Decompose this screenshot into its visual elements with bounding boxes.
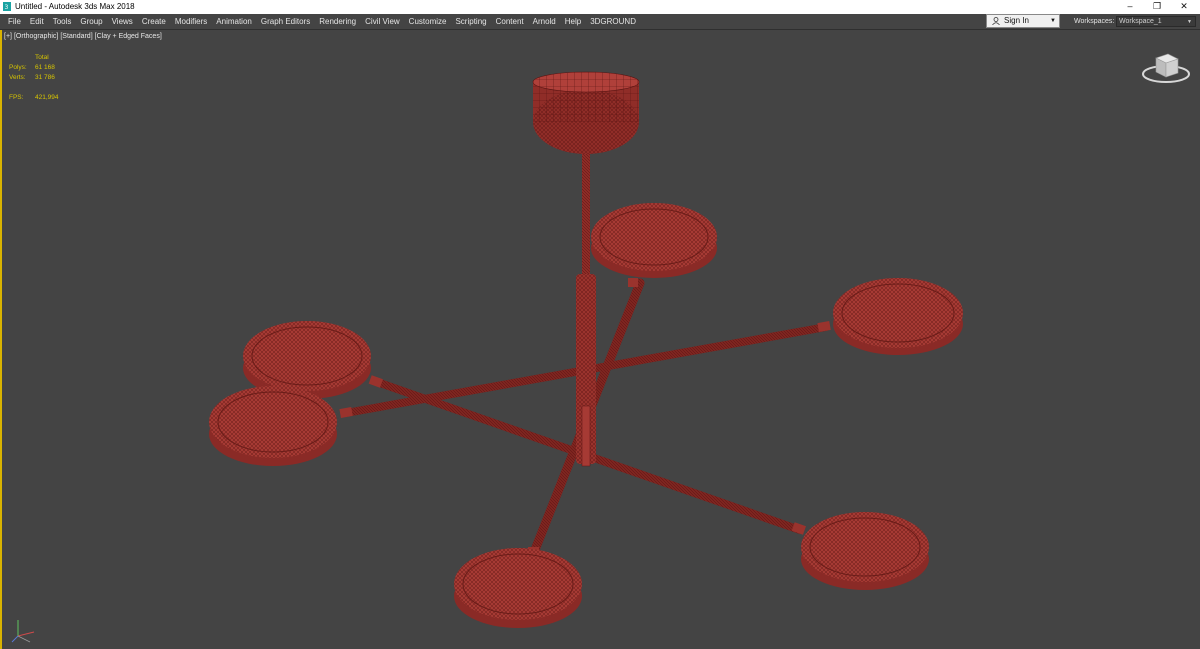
chandelier-model[interactable]: [0, 30, 1200, 649]
lamp-disc: [591, 203, 717, 278]
menu-graph-editors[interactable]: Graph Editors: [257, 14, 315, 29]
lamp-disc: [833, 278, 963, 355]
minimize-button[interactable]: –: [1116, 0, 1144, 14]
menu-modifiers[interactable]: Modifiers: [171, 14, 212, 29]
menu-arnold[interactable]: Arnold: [529, 14, 561, 29]
menu-file[interactable]: File: [4, 14, 26, 29]
lamp-disc: [801, 512, 929, 590]
chevron-down-icon: ▼: [1050, 18, 1056, 24]
menu-scripting[interactable]: Scripting: [451, 14, 491, 29]
sign-in-label: Sign In: [1004, 16, 1029, 25]
close-button[interactable]: ✕: [1170, 0, 1198, 14]
lamp-disc: [454, 548, 582, 628]
svg-text:3: 3: [5, 4, 9, 11]
menu-group[interactable]: Group: [76, 14, 107, 29]
menu-views[interactable]: Views: [108, 14, 138, 29]
restore-button[interactable]: ❐: [1143, 0, 1171, 14]
window-title: Untitled - Autodesk 3ds Max 2018: [15, 2, 135, 11]
menu-help[interactable]: Help: [561, 14, 586, 29]
viewcube-icon[interactable]: [1140, 50, 1192, 86]
menu-rendering[interactable]: Rendering: [315, 14, 361, 29]
menu-animation[interactable]: Animation: [212, 14, 257, 29]
menu-create[interactable]: Create: [138, 14, 171, 29]
sign-in-dropdown[interactable]: Sign In ▼: [986, 14, 1060, 28]
menu-customize[interactable]: Customize: [405, 14, 452, 29]
chandelier-stem: [576, 125, 596, 467]
ceiling-canopy: [532, 71, 640, 154]
menu-content[interactable]: Content: [492, 14, 529, 29]
title-bar: 3 Untitled - Autodesk 3ds Max 2018 – ❐ ✕: [0, 0, 1200, 14]
axis-tripod-icon: [11, 620, 35, 643]
user-icon: [992, 17, 1000, 25]
workspaces-select[interactable]: Workspace_1 ▼: [1116, 16, 1196, 27]
menu-edit[interactable]: Edit: [26, 14, 49, 29]
workspaces-value: Workspace_1: [1119, 18, 1162, 25]
chevron-down-icon: ▼: [1187, 19, 1192, 25]
workspaces-label: Workspaces:: [1074, 18, 1115, 25]
lamp-disc: [209, 386, 337, 466]
3dsmax-icon: 3: [3, 2, 11, 11]
menu-civil-view[interactable]: Civil View: [361, 14, 405, 29]
menu-3dground[interactable]: 3DGROUND: [586, 14, 641, 29]
menu-tools[interactable]: Tools: [49, 14, 77, 29]
